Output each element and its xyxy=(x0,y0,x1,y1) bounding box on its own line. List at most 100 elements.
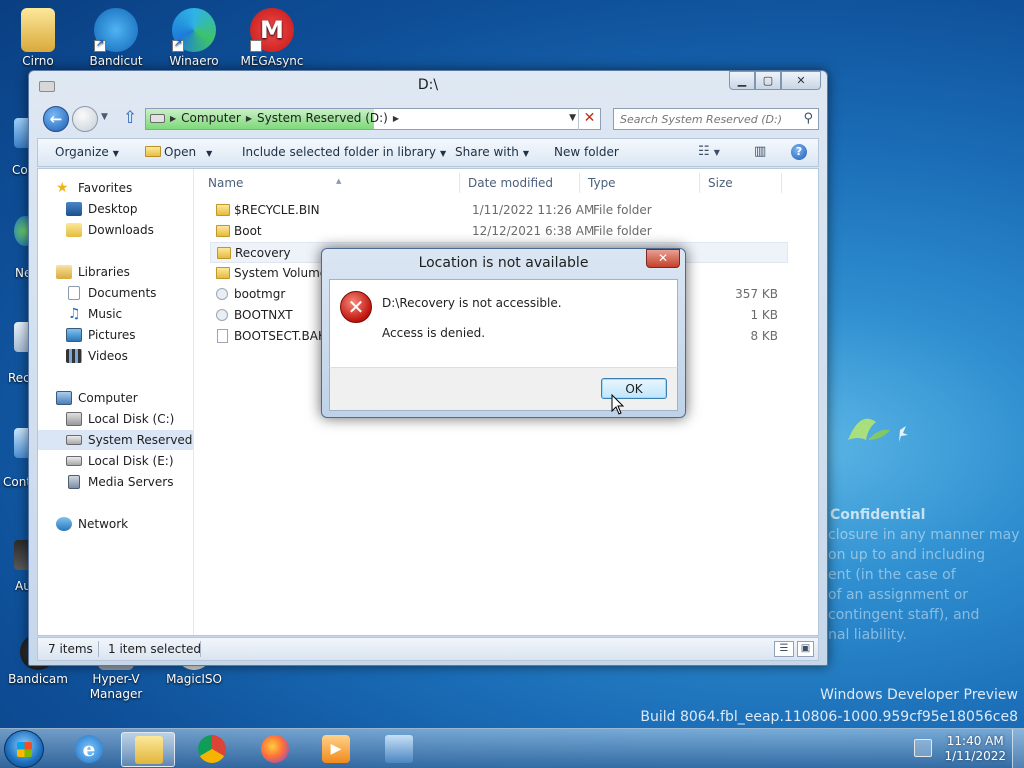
breadcrumb-system-reserved[interactable]: System Reserved (D:) xyxy=(257,111,388,125)
file-date: 12/12/2021 6:38 AM xyxy=(472,224,595,238)
folder-icon xyxy=(216,204,230,216)
nav-network[interactable]: Network xyxy=(38,514,193,534)
network-tray-icon[interactable] xyxy=(914,739,932,757)
nav-favorites[interactable]: ★ Favorites xyxy=(38,178,193,198)
stop-loading-icon[interactable]: ✕ xyxy=(578,108,600,130)
nav-downloads[interactable]: Downloads xyxy=(38,220,193,240)
nav-label: Computer xyxy=(78,391,138,405)
internet-explorer-icon: e xyxy=(75,735,103,763)
dialog-footer: OK xyxy=(329,367,678,411)
taskbar-firefox[interactable] xyxy=(248,732,302,767)
file-row[interactable]: Boot 12/12/2021 6:38 AM File folder xyxy=(210,221,788,242)
nav-label: Favorites xyxy=(78,181,133,195)
column-header-date[interactable]: Date modified xyxy=(462,173,580,193)
open-button[interactable]: Open ▼ xyxy=(145,145,212,159)
desktop-icon-label-partial[interactable]: Rec xyxy=(8,371,30,385)
minimize-button[interactable]: ▁ xyxy=(729,71,755,90)
nav-pictures[interactable]: Pictures xyxy=(38,325,193,345)
taskbar-media-player[interactable]: ▶ xyxy=(309,732,363,767)
search-input[interactable] xyxy=(614,109,794,129)
new-folder-button[interactable]: New folder xyxy=(554,145,619,159)
navigation-pane[interactable]: ★ Favorites Desktop Downloads Libraries D… xyxy=(38,169,194,635)
address-dropdown-icon[interactable]: ▼ xyxy=(569,113,576,123)
nav-label: System Reserved (D:) xyxy=(88,433,193,447)
up-arrow-icon[interactable]: ⇧ xyxy=(123,108,137,128)
developer-preview-watermark: Windows Developer Preview Build 8064.fbl… xyxy=(640,684,1018,728)
column-header-size[interactable]: Size xyxy=(702,173,782,193)
dialog-close-button[interactable]: ✕ xyxy=(646,249,680,268)
forward-arrow-icon[interactable] xyxy=(72,106,98,132)
chevron-right-icon[interactable]: ▶ xyxy=(393,114,399,123)
desktop-icon-megasync[interactable]: M MEGAsync xyxy=(237,8,307,82)
nav-documents[interactable]: Documents xyxy=(38,283,193,303)
share-with-button[interactable]: Share with ▼ xyxy=(455,145,529,159)
start-button[interactable] xyxy=(4,730,44,768)
nav-computer[interactable]: Computer xyxy=(38,388,193,408)
caret-down-icon: ▼ xyxy=(206,149,213,158)
edge-browser-icon xyxy=(172,8,216,52)
show-desktop-button[interactable] xyxy=(1012,729,1024,768)
nav-local-disk-e[interactable]: Local Disk (E:) xyxy=(38,451,193,471)
desktop-icon-cirno[interactable]: Cirno xyxy=(3,8,73,69)
taskbar-chrome[interactable] xyxy=(185,732,239,767)
address-bar[interactable]: ▶ Computer ▶ System Reserved (D:) ▶ ▼ ✕ xyxy=(145,108,601,130)
include-in-library-button[interactable]: Include selected folder in library ▼ xyxy=(242,145,446,159)
nav-label: Music xyxy=(88,307,123,321)
watermark-title: Confidential xyxy=(830,507,926,523)
drive-icon xyxy=(66,435,82,445)
desktop-icon-winaero[interactable]: Winaero xyxy=(159,8,229,69)
help-icon[interactable]: ? xyxy=(791,144,807,160)
nav-music[interactable]: ♫ Music xyxy=(38,304,193,324)
error-dialog[interactable]: Location is not available ✕ ✕ D:\Recover… xyxy=(321,248,686,418)
system-clock[interactable]: 11:40 AM 1/11/2022 xyxy=(944,734,1006,764)
maximize-button[interactable]: ▢ xyxy=(755,71,781,90)
desktop-icon-label: Hyper-V Manager xyxy=(89,672,143,701)
desktop-icon-bandicut[interactable]: Bandicut xyxy=(81,8,151,69)
system-file-icon xyxy=(216,288,228,300)
taskbar-network-app[interactable] xyxy=(372,732,426,767)
back-arrow-icon[interactable]: ← xyxy=(43,106,69,132)
desktop-icon-label: MagicISO xyxy=(166,672,222,686)
file-row[interactable]: $RECYCLE.BIN 1/11/2022 11:26 AM File folde… xyxy=(210,200,788,221)
firefox-icon xyxy=(261,735,289,763)
command-bar: Organize ▼ Open ▼ Include selected folder … xyxy=(37,138,819,167)
nav-label: Downloads xyxy=(88,223,154,237)
organize-button[interactable]: Organize ▼ xyxy=(55,145,119,159)
search-box[interactable]: ⚲ xyxy=(613,108,819,130)
chevron-right-icon[interactable]: ▶ xyxy=(246,114,252,123)
watermark-line: contingent staff), and xyxy=(828,607,980,623)
breadcrumb-computer[interactable]: Computer xyxy=(181,111,241,125)
file-date: 1/11/2022 11:26 AM xyxy=(472,203,595,217)
column-header-name[interactable]: Name ▲ xyxy=(202,173,460,193)
desktop-icon-label-partial[interactable]: Cont xyxy=(3,475,31,489)
recent-pages-dropdown-icon[interactable]: ▼ xyxy=(101,112,108,122)
view-options-icon[interactable]: ☷ ▼ xyxy=(698,144,720,159)
nav-libraries[interactable]: Libraries xyxy=(38,262,193,282)
search-icon[interactable]: ⚲ xyxy=(803,111,813,126)
share-label: Share with xyxy=(455,145,519,159)
taskbar-internet-explorer[interactable]: e xyxy=(62,732,116,767)
navigation-bar: ← ▼ ⇧ ▶ Computer ▶ System Reserved (D:) … xyxy=(29,103,827,135)
close-button[interactable]: ✕ xyxy=(781,71,821,90)
status-bar: 7 items 1 item selected ☰ ▣ xyxy=(37,637,819,661)
desktop-icon-label-partial[interactable]: Co xyxy=(12,163,28,177)
nav-desktop[interactable]: Desktop xyxy=(38,199,193,219)
chevron-right-icon[interactable]: ▶ xyxy=(170,114,176,123)
taskbar-file-explorer[interactable] xyxy=(121,732,175,767)
nav-media-servers[interactable]: Media Servers xyxy=(38,472,193,492)
shortcut-arrow-icon xyxy=(250,38,262,82)
nav-label: Desktop xyxy=(88,202,138,216)
file-icon xyxy=(217,329,228,343)
large-icons-view-icon[interactable]: ▣ xyxy=(797,641,814,657)
dialog-body: ✕ D:\Recovery is not accessible. Access … xyxy=(329,279,678,367)
preview-pane-icon[interactable]: ▥ xyxy=(754,144,766,159)
file-type: File folder xyxy=(593,203,652,217)
organize-label: Organize xyxy=(55,145,109,159)
nav-local-disk-c[interactable]: Local Disk (C:) xyxy=(38,409,193,429)
nav-videos[interactable]: Videos xyxy=(38,346,193,366)
details-view-icon[interactable]: ☰ xyxy=(774,641,794,657)
media-player-icon: ▶ xyxy=(322,735,350,763)
column-header-type[interactable]: Type xyxy=(582,173,700,193)
drive-icon xyxy=(150,113,165,123)
nav-system-reserved-d[interactable]: System Reserved (D:) xyxy=(38,430,193,450)
